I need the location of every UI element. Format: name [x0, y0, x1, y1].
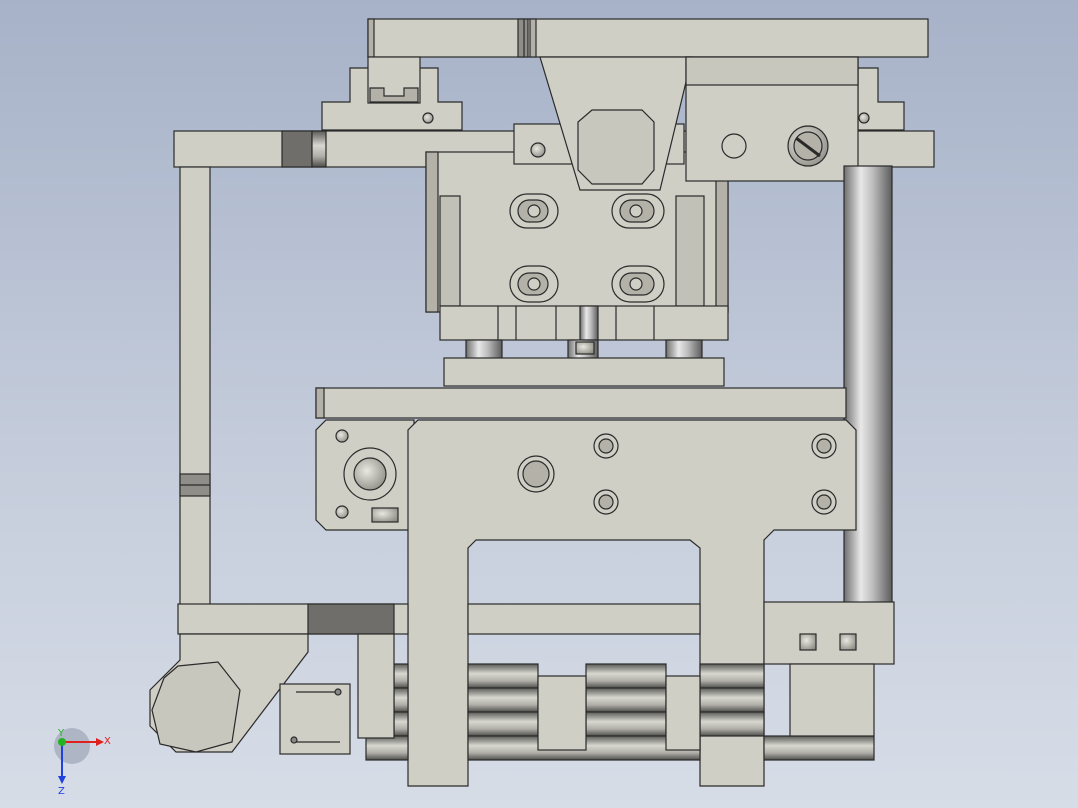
screw-icon — [335, 505, 349, 519]
z-axis-label: Z — [58, 786, 65, 797]
guide-carriage[interactable] — [321, 56, 463, 131]
screw-icon — [858, 112, 870, 124]
assembly-drawing[interactable]: X Y Z — [0, 0, 1078, 808]
y-axis-label: Y — [57, 728, 65, 739]
right-guide-rod[interactable] — [843, 165, 893, 607]
hole-icon — [721, 133, 747, 159]
left-vertical-frame[interactable] — [179, 166, 211, 608]
x-axis-label: X — [104, 736, 111, 747]
screw-icon — [422, 112, 434, 124]
y-axis-arrow-icon — [58, 738, 66, 746]
top-plate[interactable] — [367, 18, 929, 58]
orientation-triad: X Y Z — [54, 728, 111, 797]
bottom-left-arm[interactable] — [149, 633, 395, 755]
screw-icon — [335, 429, 349, 443]
screw-icon — [530, 142, 546, 158]
adjuster-block[interactable] — [685, 56, 859, 182]
pressure-plate[interactable] — [443, 357, 725, 387]
guide-rods — [465, 339, 703, 361]
guide-carriage-right[interactable] — [857, 67, 905, 131]
cad-viewport[interactable]: X Y Z — [0, 0, 1078, 808]
